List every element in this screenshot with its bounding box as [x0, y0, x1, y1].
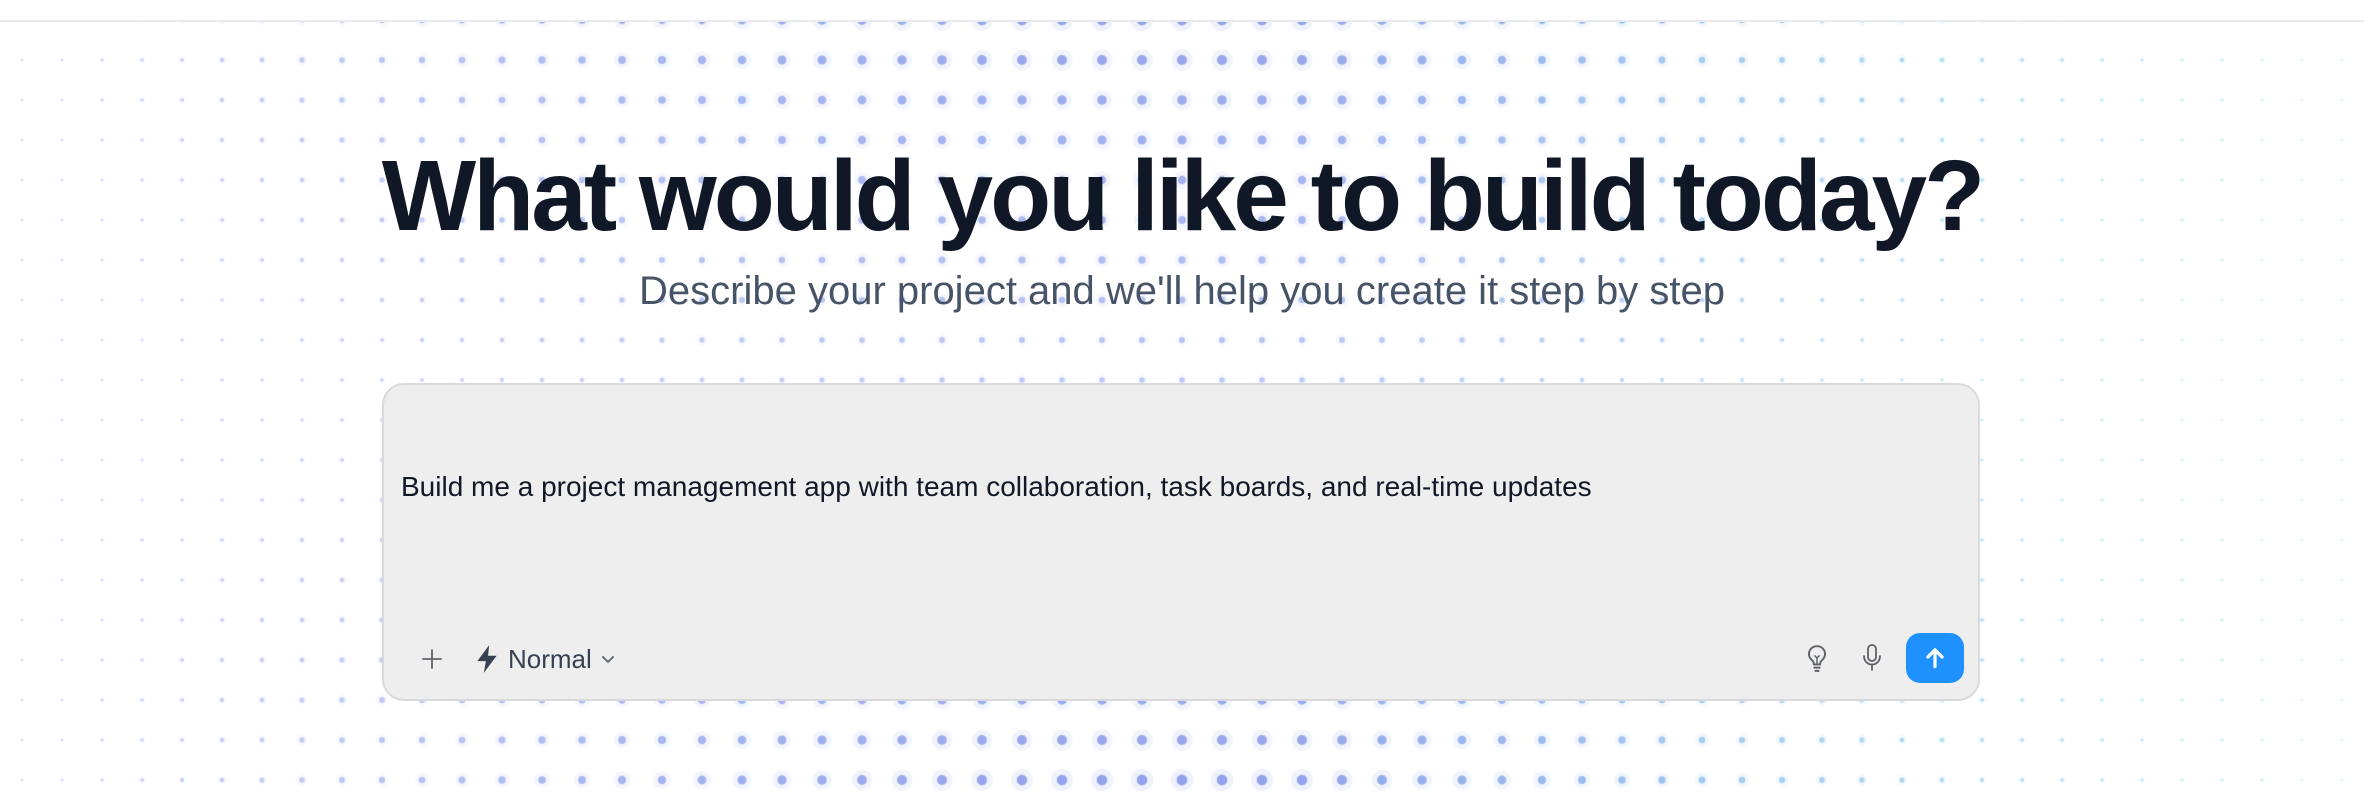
- page-title: What would you like to build today?: [381, 140, 1985, 252]
- lightbulb-icon: [1808, 645, 1826, 672]
- lightning-bolt-icon: [477, 645, 497, 673]
- mode-label: Normal: [508, 643, 592, 674]
- chevron-down-icon: [601, 656, 614, 663]
- top-bar: [0, 0, 2364, 22]
- prompt-box: Build me a project management app with t…: [382, 383, 1980, 701]
- arrow-up-icon: [1926, 648, 1944, 669]
- page-subtitle: Describe your project and we'll help you…: [639, 269, 1725, 313]
- page: What would you like to build today? Desc…: [0, 0, 2364, 808]
- prompt-toolbar-right: [1793, 633, 1964, 683]
- microphone-icon: [1863, 644, 1881, 671]
- hero: What would you like to build today? Desc…: [0, 135, 2364, 315]
- attach-button[interactable]: [408, 635, 456, 683]
- prompt-input[interactable]: Build me a project management app with t…: [401, 467, 1961, 507]
- plus-icon: [422, 649, 442, 669]
- prompt-toolbar-left: Normal: [408, 635, 616, 683]
- idea-button[interactable]: [1793, 634, 1841, 682]
- mode-select[interactable]: Normal: [474, 635, 616, 683]
- microphone-button[interactable]: [1848, 634, 1896, 682]
- send-button[interactable]: [1906, 633, 1964, 683]
